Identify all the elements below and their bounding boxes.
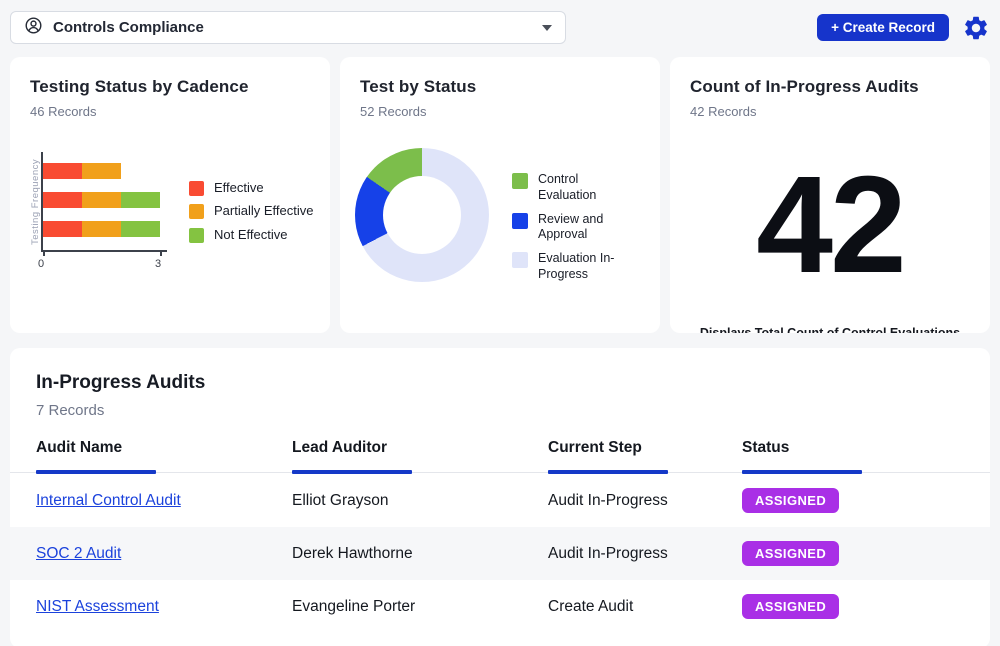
legend-swatch <box>512 173 528 189</box>
table-row: Internal Control Audit Elliot GraysonAudi… <box>10 474 990 527</box>
status-badge: ASSIGNED <box>742 488 839 513</box>
table-header: Audit NameLead AuditorCurrent StepStatus <box>10 439 990 474</box>
card-count-in-progress-audits: Count of In-Progress Audits 42 Records 4… <box>670 57 990 333</box>
column-header: Audit Name <box>36 439 292 457</box>
caret-down-icon <box>542 25 552 31</box>
legend-swatch <box>512 252 528 268</box>
lead-auditor-cell: Elliot Grayson <box>292 492 548 510</box>
column-underline <box>742 470 990 474</box>
lead-auditor-cell: Derek Hawthorne <box>292 545 548 563</box>
table-title: In-Progress Audits <box>36 372 964 394</box>
legend-item: Control Evaluation <box>512 172 640 204</box>
column-header: Current Step <box>548 439 742 457</box>
legend-item: Effective <box>189 180 313 196</box>
bar-row <box>43 192 167 208</box>
column-header: Status <box>742 439 990 457</box>
legend-swatch <box>189 204 204 219</box>
x-tick-label: 3 <box>155 258 161 270</box>
current-step-cell: Audit In-Progress <box>548 545 742 563</box>
bar-row <box>43 163 167 179</box>
table-row: NIST Assessment Evangeline PorterCreate A… <box>10 580 990 633</box>
bar-row <box>43 221 167 237</box>
legend-item: Review and Approval <box>512 212 640 244</box>
legend-label: Review and Approval <box>538 212 640 244</box>
card-record-count: 52 Records <box>360 104 640 119</box>
bar-segment[interactable] <box>43 221 82 237</box>
y-axis-label: Testing Frequency <box>30 152 41 252</box>
x-axis-ticks: 03 <box>41 256 167 272</box>
legend-label: Partially Effective <box>214 203 313 219</box>
column-underline <box>292 470 548 474</box>
card-test-by-status: Test by Status 52 Records Control Evalua… <box>340 57 660 333</box>
legend-label: Control Evaluation <box>538 172 640 204</box>
bar-segment[interactable] <box>82 163 121 179</box>
bar-chart-legend: Effective Partially Effective Not Effectiv… <box>189 180 313 272</box>
column-underline <box>36 470 292 474</box>
topbar: Controls Compliance + Create Record <box>0 0 1000 55</box>
bar-segment[interactable] <box>82 192 121 208</box>
legend-label: Evaluation In-Progress <box>538 251 640 283</box>
in-progress-audits-panel: In-Progress Audits 7 Records Audit NameL… <box>10 348 990 646</box>
donut-ring[interactable] <box>355 148 489 282</box>
donut-chart: Control Evaluation Review and Approval Eva… <box>360 148 640 283</box>
table-row: SOC 2 Audit Derek HawthorneAudit In-Progr… <box>10 527 990 580</box>
bar-segment[interactable] <box>121 192 160 208</box>
audit-name-link[interactable]: NIST Assessment <box>36 598 159 615</box>
card-record-count: 42 Records <box>690 104 970 119</box>
bar-segment[interactable] <box>121 221 160 237</box>
gear-icon <box>962 14 990 45</box>
current-step-cell: Create Audit <box>548 598 742 616</box>
legend-swatch <box>189 228 204 243</box>
bar-segment[interactable] <box>82 221 121 237</box>
legend-item: Not Effective <box>189 227 313 243</box>
table-record-count: 7 Records <box>36 402 964 419</box>
card-record-count: 46 Records <box>30 104 310 119</box>
table-body: Internal Control AuditElliot GraysonAudi… <box>10 474 990 633</box>
legend-swatch <box>512 213 528 229</box>
x-tick-label: 0 <box>38 258 44 270</box>
column-header: Lead Auditor <box>292 439 548 457</box>
big-number-caption: Displays Total Count of Control Evaluati… <box>690 325 970 333</box>
lead-auditor-cell: Evangeline Porter <box>292 598 548 616</box>
status-badge: ASSIGNED <box>742 541 839 566</box>
bar-segment[interactable] <box>43 192 82 208</box>
bar-segment[interactable] <box>43 163 82 179</box>
big-number-value: 42 <box>690 172 970 280</box>
legend-item: Evaluation In-Progress <box>512 251 640 283</box>
dashboard-selector[interactable]: Controls Compliance <box>10 11 566 44</box>
bar-plot-area <box>41 152 167 252</box>
dashboard-selector-label: Controls Compliance <box>53 19 204 36</box>
audit-name-link[interactable]: Internal Control Audit <box>36 492 181 509</box>
card-title: Testing Status by Cadence <box>30 77 310 97</box>
legend-label: Not Effective <box>214 227 287 243</box>
legend-label: Effective <box>214 180 264 196</box>
donut-chart-legend: Control Evaluation Review and Approval Eva… <box>512 172 640 283</box>
card-title: Count of In-Progress Audits <box>690 77 970 97</box>
audit-name-link[interactable]: SOC 2 Audit <box>36 545 121 562</box>
legend-swatch <box>189 181 204 196</box>
card-testing-status-by-cadence: Testing Status by Cadence 46 Records Tes… <box>10 57 330 333</box>
column-underline <box>548 470 742 474</box>
status-badge: ASSIGNED <box>742 594 839 619</box>
account-circle-icon <box>24 16 43 40</box>
settings-button[interactable] <box>962 14 990 42</box>
current-step-cell: Audit In-Progress <box>548 492 742 510</box>
create-record-button[interactable]: + Create Record <box>817 14 949 41</box>
legend-item: Partially Effective <box>189 203 313 219</box>
cards-row: Testing Status by Cadence 46 Records Tes… <box>0 57 1000 333</box>
stacked-bar-chart[interactable]: Testing Frequency 03 EffectivePartially … <box>30 152 310 272</box>
card-title: Test by Status <box>360 77 640 97</box>
